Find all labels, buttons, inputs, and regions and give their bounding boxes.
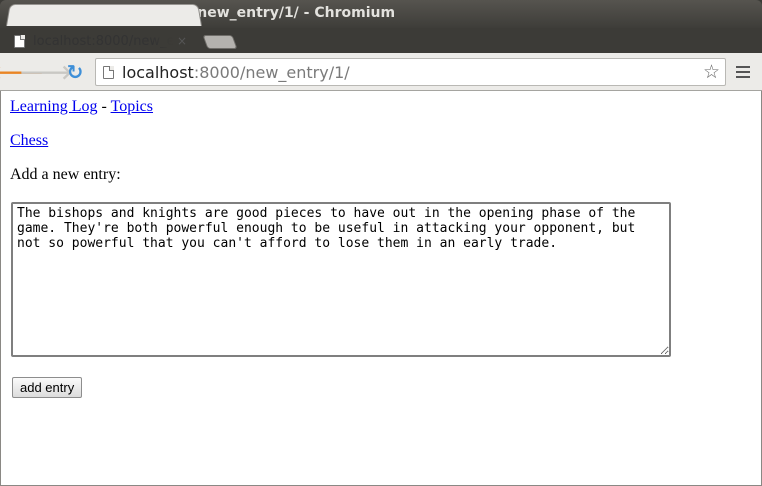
learning-log-link[interactable]: Learning Log bbox=[10, 98, 98, 115]
browser-tab[interactable] bbox=[6, 3, 202, 26]
topic-heading: Chess bbox=[10, 132, 48, 150]
tab-title: localhost:8000/new_entry/1/ bbox=[33, 33, 173, 49]
tab-close-icon[interactable]: × bbox=[177, 34, 187, 48]
form-label: Add a new entry: bbox=[10, 166, 121, 183]
topics-link[interactable]: Topics bbox=[111, 98, 153, 115]
forward-arrow-icon[interactable]: 🡒 bbox=[19, 61, 73, 83]
page-viewport: Learning Log - Topics Chess Add a new en… bbox=[0, 91, 762, 486]
topic-link-chess[interactable]: Chess bbox=[10, 132, 48, 149]
new-tab-button[interactable] bbox=[202, 35, 238, 49]
star-icon[interactable]: ☆ bbox=[703, 61, 720, 83]
page-icon bbox=[103, 65, 114, 79]
url-text[interactable]: localhost:8000/new_entry/1/ bbox=[122, 63, 350, 82]
entry-text-input[interactable]: The bishops and knights are good pieces … bbox=[11, 202, 671, 357]
page-icon bbox=[14, 34, 25, 48]
url-path: :8000/new_entry/1/ bbox=[193, 62, 350, 82]
browser-toolbar: 🡐 🡒 ↻ localhost:8000/new_entry/1/ ☆ bbox=[0, 53, 762, 91]
reload-icon[interactable]: ↻ bbox=[64, 61, 86, 83]
site-header: Learning Log - Topics bbox=[10, 98, 153, 116]
header-separator: - bbox=[97, 98, 111, 115]
hamburger-menu-icon[interactable] bbox=[736, 66, 750, 78]
add-entry-button[interactable]: add entry bbox=[12, 377, 83, 398]
url-host: localhost bbox=[122, 62, 194, 82]
browser-tab-content[interactable]: localhost:8000/new_entry/1/ × bbox=[14, 29, 194, 53]
address-bar[interactable]: localhost:8000/new_entry/1/ ☆ bbox=[95, 58, 726, 86]
